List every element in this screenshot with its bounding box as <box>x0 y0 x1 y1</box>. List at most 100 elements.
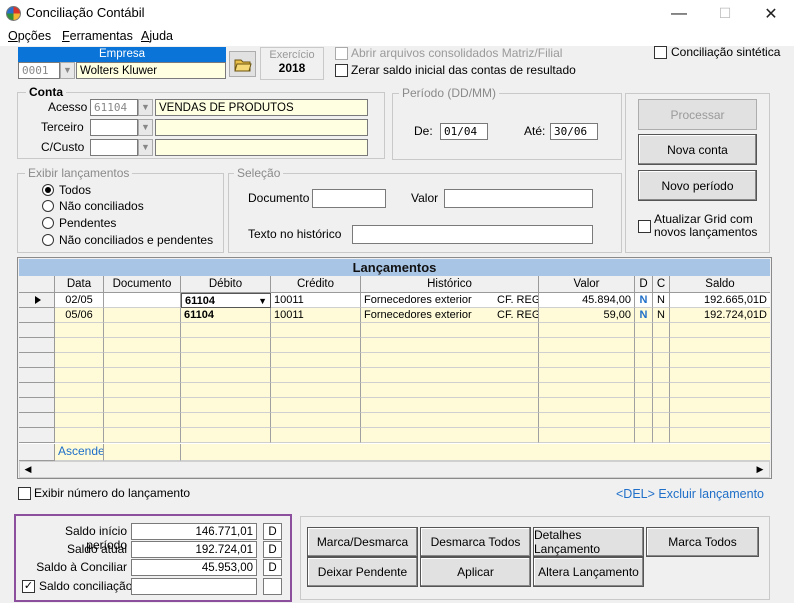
texto-historico-field[interactable] <box>352 225 593 244</box>
empty-cell[interactable] <box>670 398 770 413</box>
empty-cell[interactable] <box>361 428 539 443</box>
menu-ferramentas[interactable]: Ferramentas <box>62 29 133 43</box>
empty-cell[interactable] <box>361 338 539 353</box>
empty-cell[interactable] <box>181 413 271 428</box>
col-header-historico[interactable]: Histórico <box>361 276 539 293</box>
empty-cell[interactable] <box>635 338 653 353</box>
empty-cell[interactable] <box>104 368 181 383</box>
empty-cell[interactable] <box>539 413 635 428</box>
empty-cell[interactable] <box>181 323 271 338</box>
empty-cell[interactable] <box>55 368 104 383</box>
empty-cell[interactable] <box>670 428 770 443</box>
empresa-name-field[interactable]: Wolters Kluwer <box>76 62 226 79</box>
empty-cell[interactable] <box>635 428 653 443</box>
empty-cell[interactable] <box>271 323 361 338</box>
row-indicator[interactable] <box>19 398 55 413</box>
empty-cell[interactable] <box>181 383 271 398</box>
row-indicator[interactable] <box>19 293 55 308</box>
radio-nao-conciliados-pendentes[interactable] <box>42 234 54 246</box>
zerar-saldo-checkbox[interactable] <box>335 64 348 77</box>
empty-cell[interactable] <box>635 323 653 338</box>
empty-cell[interactable] <box>271 428 361 443</box>
minimize-icon[interactable]: — <box>656 0 702 27</box>
ccusto-spin-icon[interactable]: ▼ <box>138 139 153 156</box>
nova-conta-button[interactable]: Nova conta <box>638 134 757 165</box>
row-indicator[interactable] <box>19 368 55 383</box>
empty-cell[interactable] <box>181 368 271 383</box>
radio-todos[interactable] <box>42 184 54 196</box>
terceiro-spin-icon[interactable]: ▼ <box>138 119 153 136</box>
empty-cell[interactable] <box>104 353 181 368</box>
close-icon[interactable]: ✕ <box>748 0 794 27</box>
table-row-cell[interactable]: N <box>635 293 653 308</box>
abrir-arquivos-checkbox[interactable] <box>335 47 348 60</box>
row-indicator[interactable] <box>19 413 55 428</box>
col-header-c[interactable]: C <box>653 276 670 293</box>
empty-cell[interactable] <box>181 428 271 443</box>
table-row-cell[interactable]: 10011 <box>271 293 361 308</box>
table-row-cell[interactable]: Fornecedores exterior CF. REG <box>361 293 539 308</box>
table-row-cell[interactable] <box>104 293 181 308</box>
open-folder-button[interactable] <box>229 51 256 77</box>
empty-cell[interactable] <box>635 398 653 413</box>
col-header-credito[interactable]: Crédito <box>271 276 361 293</box>
empty-cell[interactable] <box>653 353 670 368</box>
ccusto-desc-field[interactable] <box>155 139 368 156</box>
empty-cell[interactable] <box>635 353 653 368</box>
empty-cell[interactable] <box>635 413 653 428</box>
empty-cell[interactable] <box>653 413 670 428</box>
terceiro-desc-field[interactable] <box>155 119 368 136</box>
empty-cell[interactable] <box>181 353 271 368</box>
processar-button[interactable]: Processar <box>638 99 757 130</box>
empty-cell[interactable] <box>271 413 361 428</box>
table-row-cell[interactable]: 05/06 <box>55 308 104 323</box>
empty-cell[interactable] <box>271 338 361 353</box>
ccusto-code-field[interactable] <box>90 139 138 156</box>
col-header-data[interactable]: Data <box>55 276 104 293</box>
empty-cell[interactable] <box>653 338 670 353</box>
empty-cell[interactable] <box>271 368 361 383</box>
empty-cell[interactable] <box>539 368 635 383</box>
radio-pendentes[interactable] <box>42 217 54 229</box>
table-row-cell[interactable]: N <box>653 293 670 308</box>
empty-cell[interactable] <box>55 398 104 413</box>
col-header-documento[interactable]: Documento <box>104 276 181 293</box>
empty-cell[interactable] <box>55 413 104 428</box>
empty-cell[interactable] <box>653 323 670 338</box>
col-header-d[interactable]: D <box>635 276 653 293</box>
empty-cell[interactable] <box>55 383 104 398</box>
table-row-cell[interactable] <box>104 308 181 323</box>
grid-horizontal-scrollbar[interactable]: ◀ ▶ <box>19 461 770 478</box>
col-header-debito[interactable]: Débito <box>181 276 271 293</box>
row-indicator[interactable] <box>19 338 55 353</box>
table-row-cell[interactable]: 10011 <box>271 308 361 323</box>
empty-cell[interactable] <box>539 398 635 413</box>
empty-cell[interactable] <box>271 353 361 368</box>
deixar-pendente-button[interactable]: Deixar Pendente <box>307 557 418 587</box>
conciliacao-sintetica-checkbox[interactable] <box>654 46 667 59</box>
empty-cell[interactable] <box>653 398 670 413</box>
acesso-code-field[interactable]: 61104 <box>90 99 138 116</box>
sort-order-label[interactable]: Ascende <box>55 444 104 461</box>
empty-cell[interactable] <box>181 338 271 353</box>
table-row-cell[interactable]: 192.665,01D <box>670 293 770 308</box>
del-excluir-hint[interactable]: <DEL> Excluir lançamento <box>616 487 764 501</box>
atualizar-grid-checkbox[interactable] <box>638 220 651 233</box>
empty-cell[interactable] <box>271 383 361 398</box>
empty-cell[interactable] <box>104 428 181 443</box>
empty-cell[interactable] <box>539 323 635 338</box>
row-indicator[interactable] <box>19 353 55 368</box>
col-header-saldo[interactable]: Saldo <box>670 276 770 293</box>
empty-cell[interactable] <box>653 368 670 383</box>
exibir-numero-checkbox[interactable] <box>18 487 31 500</box>
empty-cell[interactable] <box>361 368 539 383</box>
empty-cell[interactable] <box>55 428 104 443</box>
dropdown-arrow-icon[interactable]: ▼ <box>258 294 267 307</box>
de-field[interactable]: 01/04 <box>440 123 488 140</box>
table-row-cell[interactable]: N <box>653 308 670 323</box>
empty-cell[interactable] <box>653 428 670 443</box>
empty-cell[interactable] <box>670 368 770 383</box>
scroll-right-icon[interactable]: ▶ <box>753 463 767 476</box>
empty-cell[interactable] <box>104 323 181 338</box>
maximize-icon[interactable]: ☐ <box>702 0 748 27</box>
